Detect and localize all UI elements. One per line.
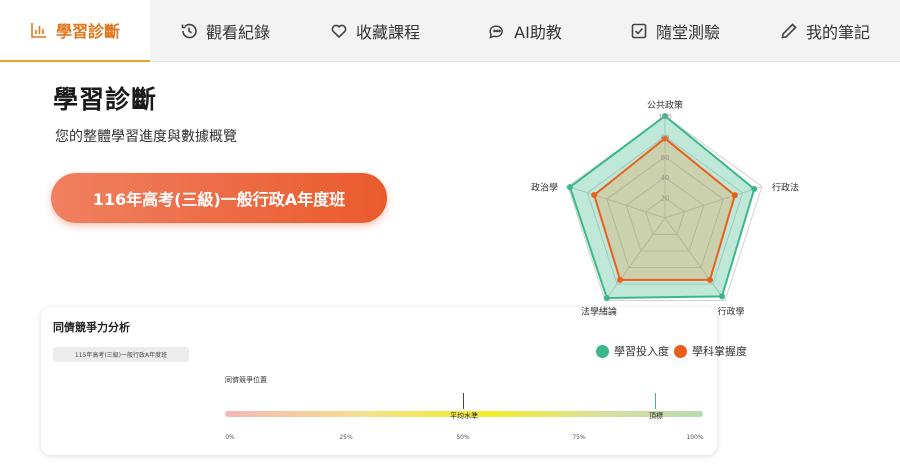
- tab-view-history[interactable]: 觀看紀錄: [150, 0, 300, 62]
- tab-label: 學習診斷: [55, 22, 120, 41]
- radar-tick-label: 20: [661, 195, 670, 203]
- page-title: 學習診斷: [53, 85, 158, 114]
- pencil-icon: [781, 23, 797, 39]
- course-chip[interactable]: 115年高考(三級)一般行政A年度班: [53, 347, 189, 362]
- radar-axis-label: 政治學: [531, 181, 558, 193]
- radar-point: [751, 186, 758, 193]
- tab-my-notes[interactable]: 我的筆記: [750, 0, 900, 62]
- average-label: 平均水準: [450, 412, 478, 420]
- radar-tick-label: 40: [661, 174, 670, 182]
- legend-label: 學習投入度: [614, 345, 669, 358]
- radar-point: [617, 276, 624, 283]
- radar-tick-label: 100: [658, 113, 671, 121]
- legend-label: 學科掌握度: [692, 345, 747, 358]
- tab-label: 觀看紀錄: [205, 23, 270, 42]
- radar-point: [731, 192, 738, 199]
- legend-mastery: 學科掌握度: [674, 343, 747, 359]
- tick-label: 0%: [225, 434, 235, 441]
- tick-label: 100%: [686, 434, 704, 441]
- tab-favorite-courses[interactable]: 收藏課程: [300, 0, 450, 62]
- radar-axis-label: 行政法: [772, 181, 799, 193]
- top-marker: [655, 393, 656, 409]
- tab-quiz[interactable]: 隨堂測驗: [600, 0, 750, 62]
- card-title: 同儕競爭力分析: [53, 321, 130, 334]
- radar-point: [706, 276, 713, 283]
- tick-label: 75%: [572, 434, 586, 441]
- legend-investment: 學習投入度: [596, 343, 669, 359]
- legend-swatch: [596, 344, 609, 358]
- chat-icon: [489, 25, 504, 39]
- bar-chart-icon: [31, 23, 46, 38]
- tab-label: 收藏課程: [355, 23, 420, 42]
- radar-axis-label: 法學緒論: [581, 306, 617, 318]
- tab-bar: 學習診斷 觀看紀錄 收藏課程 AI助教 隨堂測驗 我的筆記: [0, 0, 900, 62]
- learning-radar-chart: 20 40 60 80 100 公共政策行政法行政學 法學緒論 政治學: [531, 99, 799, 318]
- tab-ai-assistant[interactable]: AI助教: [450, 0, 600, 62]
- radar-tick-label: 80: [661, 133, 670, 141]
- tab-learning-diagnosis[interactable]: 學習診斷: [0, 0, 150, 62]
- legend-swatch: [674, 344, 687, 358]
- tick-label: 50%: [456, 434, 470, 441]
- checkbox-icon: [631, 23, 647, 39]
- course-select-button[interactable]: 116年高考(三級)一般行政A年度班: [51, 173, 387, 223]
- history-icon: [181, 23, 197, 39]
- radar-point: [718, 293, 725, 300]
- radar-point: [566, 184, 573, 191]
- tab-label: 我的筆記: [805, 23, 870, 42]
- page-subtitle: 您的整體學習進度與數據概覽: [55, 129, 237, 145]
- heart-icon: [331, 24, 347, 39]
- tab-label: AI助教: [514, 23, 562, 42]
- radar-point: [591, 191, 598, 198]
- radar-point: [603, 295, 610, 302]
- radar-axis-label: 行政學: [717, 306, 744, 318]
- top-label: 頂標: [649, 412, 663, 420]
- average-marker: [463, 393, 464, 409]
- radar-tick-label: 60: [661, 154, 670, 162]
- tick-label: 25%: [339, 434, 353, 441]
- radar-axis-label: 公共政策: [647, 99, 683, 111]
- tab-label: 隨堂測驗: [655, 23, 720, 42]
- position-label: 同儕競爭位置: [225, 376, 267, 384]
